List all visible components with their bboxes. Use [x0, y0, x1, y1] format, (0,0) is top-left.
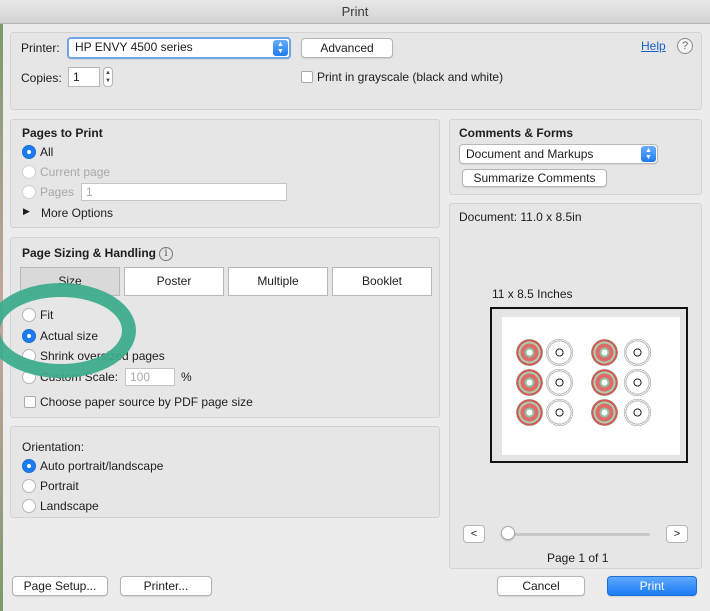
cd-label-image [591, 339, 618, 366]
document-size: Document: 11.0 x 8.5in [459, 210, 582, 224]
copies-stepper[interactable]: ▲ ▼ [103, 67, 113, 87]
tab-poster[interactable]: Poster [124, 267, 224, 296]
printer-select[interactable]: HP ENVY 4500 series ▲ ▼ [67, 37, 291, 59]
tab-multiple[interactable]: Multiple [228, 267, 328, 296]
summarize-comments-button[interactable]: Summarize Comments [462, 169, 607, 187]
cd-label-image [546, 339, 573, 366]
copies-input[interactable]: 1 [68, 67, 100, 87]
print-button[interactable]: Print [607, 576, 697, 596]
radio-landscape-label: Landscape [40, 499, 99, 513]
pdf-paper-source-checkbox[interactable] [24, 396, 36, 408]
comments-forms-title: Comments & Forms [459, 126, 574, 140]
tab-booklet[interactable]: Booklet [332, 267, 432, 296]
cd-label-image [516, 339, 543, 366]
radio-all-label: All [40, 145, 54, 159]
grayscale-checkbox[interactable] [301, 71, 313, 83]
page-slider-knob[interactable] [501, 526, 515, 540]
preview-content [516, 339, 666, 435]
page-status: Page 1 of 1 [547, 551, 609, 565]
printer-label: Printer: [21, 41, 60, 55]
radio-pages[interactable] [22, 185, 36, 199]
cd-label-image [624, 339, 651, 366]
cd-label-image [546, 399, 573, 426]
cd-label-image [624, 399, 651, 426]
prev-page-button[interactable]: < [463, 525, 485, 543]
cd-label-image [546, 369, 573, 396]
help-icon[interactable]: ? [677, 38, 693, 54]
more-options-toggle[interactable]: More Options [41, 206, 113, 220]
printer-panel: Printer: HP ENVY 4500 series ▲ ▼ Advanced… [10, 32, 702, 110]
cd-label-image [624, 369, 651, 396]
advanced-button[interactable]: Advanced [301, 38, 393, 58]
help-link[interactable]: Help [641, 39, 666, 53]
radio-portrait-label: Portrait [40, 479, 79, 493]
page-slider-track[interactable] [505, 533, 650, 536]
cd-label-image [591, 399, 618, 426]
radio-pages-label: Pages [40, 185, 75, 199]
info-icon[interactable]: i [159, 247, 173, 261]
comments-select-value: Document and Markups [466, 147, 594, 161]
pages-to-print-panel: Pages to Print All Current page Pages 1 … [10, 119, 440, 228]
window-title: Print [0, 0, 710, 24]
cd-label-image [591, 369, 618, 396]
cd-label-image [516, 369, 543, 396]
comments-forms-panel: Comments & Forms Document and Markups ▲ ▼… [449, 119, 702, 195]
preview-panel: Document: 11.0 x 8.5in 11 x 8.5 Inches <… [449, 203, 702, 569]
radio-all[interactable] [22, 145, 36, 159]
select-arrows-icon: ▲ ▼ [641, 146, 656, 162]
radio-landscape[interactable] [22, 499, 36, 513]
copies-label: Copies: [21, 71, 62, 85]
percent-sign: % [181, 370, 192, 384]
comments-select[interactable]: Document and Markups ▲ ▼ [459, 144, 658, 164]
page-sizing-title: Page Sizing & Handling [22, 246, 157, 260]
cd-label-image [516, 399, 543, 426]
radio-portrait[interactable] [22, 479, 36, 493]
radio-current-page-label: Current page [40, 165, 111, 179]
pdf-paper-source-label: Choose paper source by PDF page size [40, 395, 253, 409]
disclosure-triangle-icon[interactable]: ▶ [23, 206, 30, 217]
radio-current-page[interactable] [22, 165, 36, 179]
printer-select-value: HP ENVY 4500 series [75, 40, 193, 54]
orientation-panel: Orientation: Auto portrait/landscape Por… [10, 426, 440, 518]
cancel-button[interactable]: Cancel [497, 576, 585, 596]
orientation-title: Orientation: [22, 440, 85, 454]
page-setup-button[interactable]: Page Setup... [12, 576, 108, 596]
printer-settings-button[interactable]: Printer... [120, 576, 212, 596]
pages-to-print-title: Pages to Print [22, 126, 103, 140]
page-preview-frame [490, 307, 688, 463]
grayscale-label: Print in grayscale (black and white) [317, 70, 504, 84]
select-arrows-icon: ▲ ▼ [273, 40, 288, 56]
next-page-button[interactable]: > [666, 525, 688, 543]
radio-auto-orientation-label: Auto portrait/landscape [40, 459, 164, 473]
pages-range-input[interactable]: 1 [81, 183, 287, 201]
custom-scale-input[interactable]: 100 [125, 368, 175, 386]
page-preview [502, 317, 680, 455]
copies-value: 1 [73, 70, 80, 84]
paper-size-label: 11 x 8.5 Inches [492, 287, 573, 301]
radio-auto-orientation[interactable] [22, 459, 36, 473]
